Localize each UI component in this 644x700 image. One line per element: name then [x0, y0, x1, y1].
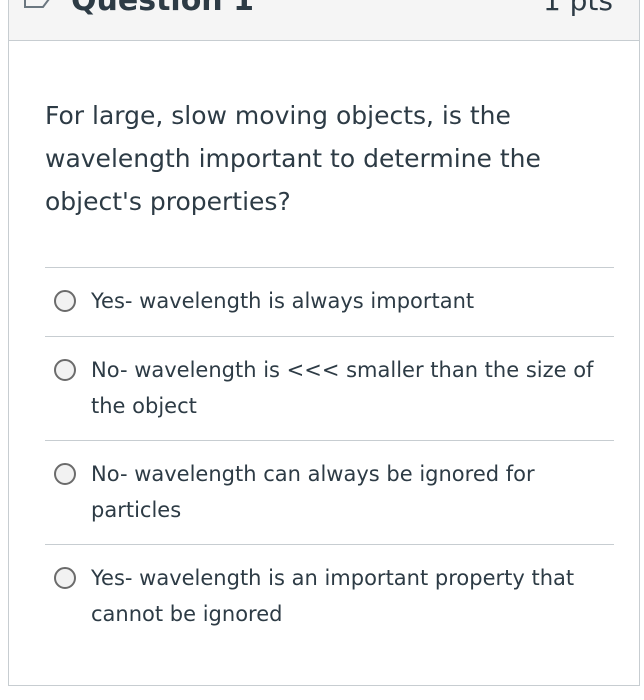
answer-option[interactable]: Yes- wavelength is an important property… [45, 544, 614, 648]
question-card: Question 1 1 pts For large, slow moving … [8, 0, 640, 686]
question-points: 1 pts [542, 0, 613, 17]
question-title: Question 1 [71, 0, 254, 18]
answer-option[interactable]: No- wavelength can always be ignored for… [45, 440, 614, 544]
radio-button-icon[interactable] [54, 567, 76, 589]
radio-button-icon[interactable] [54, 290, 76, 312]
answer-label[interactable]: No- wavelength can always be ignored for… [91, 456, 609, 528]
answer-label[interactable]: Yes- wavelength is an important property… [91, 560, 609, 632]
answer-option[interactable]: Yes- wavelength is always important [45, 267, 614, 336]
answer-label[interactable]: Yes- wavelength is always important [91, 283, 609, 319]
flag-question-icon[interactable] [23, 0, 53, 9]
question-text: For large, slow moving objects, is the w… [45, 101, 541, 216]
answer-option[interactable]: No- wavelength is <<< smaller than the s… [45, 336, 614, 440]
answer-label[interactable]: No- wavelength is <<< smaller than the s… [91, 352, 609, 424]
question-header: Question 1 1 pts [9, 0, 639, 41]
radio-button-icon[interactable] [54, 463, 76, 485]
answer-list: Yes- wavelength is always important No- … [45, 267, 614, 648]
radio-button-icon[interactable] [54, 359, 76, 381]
